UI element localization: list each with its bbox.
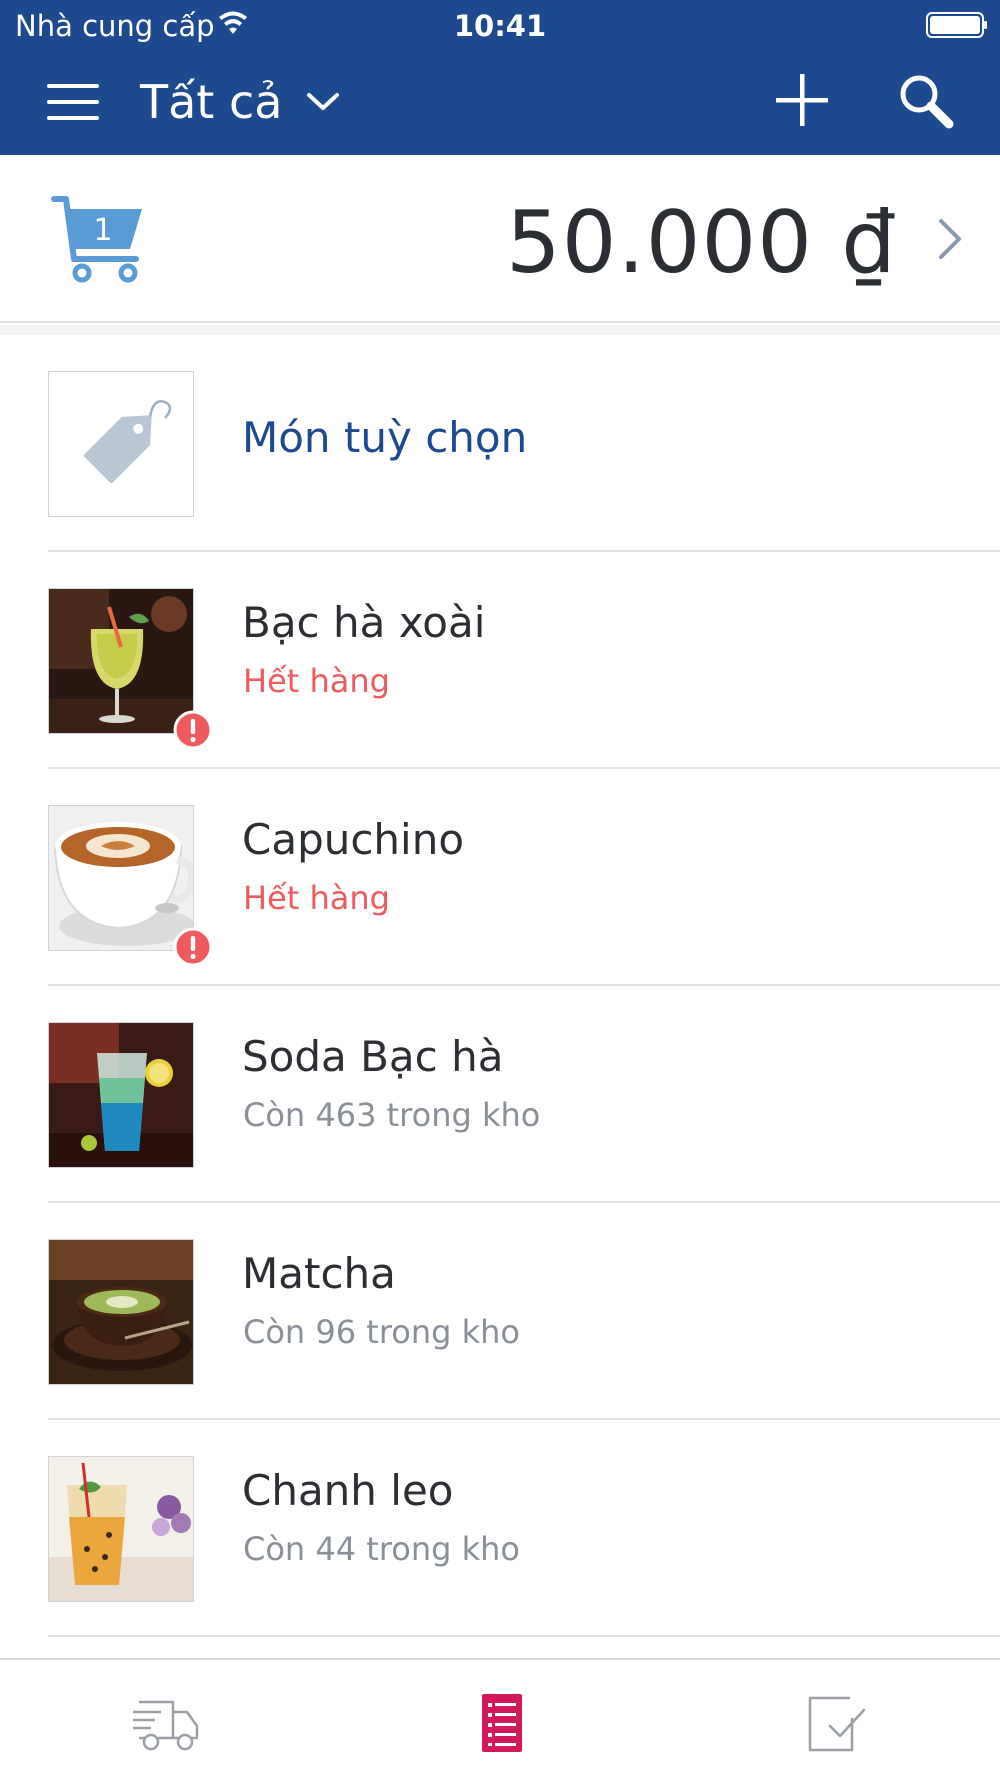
stock-status: Hết hàng [243, 879, 390, 917]
list-item[interactable]: Bạc hà xoài Hết hàng [0, 552, 1000, 769]
status-bar: Nhà cung cấp 10:41 [0, 0, 1000, 50]
divider [48, 1635, 1000, 1637]
item-name: Soda Bạc hà [242, 1032, 504, 1081]
item-name: Matcha [242, 1249, 396, 1298]
add-icon[interactable] [773, 70, 831, 130]
tag-icon [83, 400, 172, 484]
list-item[interactable]: Matcha Còn 96 trong kho [0, 1203, 1000, 1420]
item-name: Chanh leo [242, 1466, 454, 1515]
warning-icon [173, 710, 213, 750]
item-name: Capuchino [242, 815, 465, 864]
cart-icon: 1 [51, 196, 142, 283]
item-name: Món tuỳ chọn [242, 413, 528, 462]
menu-icon[interactable] [47, 78, 99, 126]
product-image [48, 1456, 194, 1602]
list-item[interactable]: Soda Bạc hà Còn 463 trong kho [0, 986, 1000, 1203]
checklist-icon[interactable] [800, 1688, 870, 1758]
status-time: 10:41 [453, 9, 547, 43]
stock-status: Còn 44 trong kho [243, 1530, 520, 1568]
custom-item-thumbnail [48, 371, 194, 517]
tab-bar [0, 1658, 1000, 1778]
list-item[interactable]: Chanh leo Còn 44 trong kho [0, 1420, 1000, 1637]
cart-count: 1 [93, 213, 112, 248]
mint-soda [49, 1023, 193, 1167]
list-icon[interactable] [467, 1688, 537, 1758]
nav-bar: Tất cả [0, 50, 1000, 155]
delivery-truck-icon[interactable] [131, 1688, 201, 1758]
cart-summary[interactable]: 1 50.000 ₫ [0, 155, 1000, 323]
app-header: Nhà cung cấp 10:41 Tất cả [0, 0, 1000, 155]
item-name: Bạc hà xoài [242, 598, 486, 647]
category-filter[interactable]: Tất cả [140, 72, 340, 132]
product-image [48, 1022, 194, 1168]
filter-label: Tất cả [140, 75, 283, 129]
stock-status: Còn 463 trong kho [243, 1096, 541, 1134]
warning-icon [173, 927, 213, 967]
search-icon[interactable] [897, 72, 955, 130]
section-divider [0, 325, 1000, 335]
product-image [48, 1239, 194, 1385]
chevron-right-icon [939, 219, 961, 259]
chevron-down-icon [307, 93, 340, 110]
passion-fruit-drink [49, 1457, 193, 1601]
matcha-latte [49, 1240, 193, 1384]
list-item-custom[interactable]: Món tuỳ chọn [0, 335, 1000, 552]
cart-total: 50.000 ₫ [506, 193, 897, 293]
stock-status: Hết hàng [243, 662, 390, 700]
stock-status: Còn 96 trong kho [243, 1313, 520, 1351]
battery-icon [926, 12, 987, 38]
list-item[interactable]: Capuchino Hết hàng [0, 769, 1000, 986]
